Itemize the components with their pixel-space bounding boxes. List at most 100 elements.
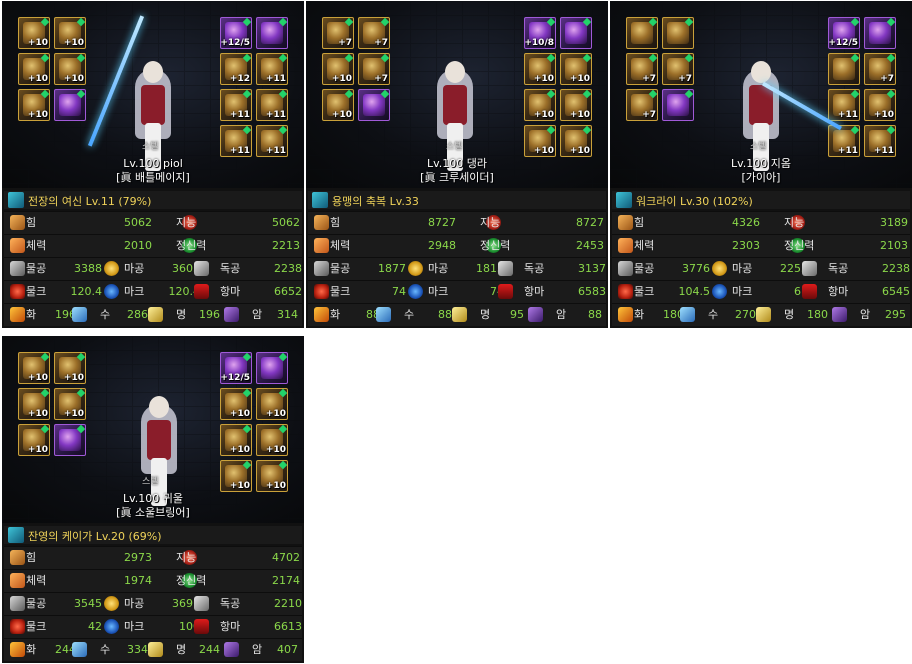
equip-slot-right[interactable]: +10 [864, 89, 896, 121]
stat-value: 2010 [124, 239, 152, 252]
equip-slot-left[interactable]: +10 [18, 388, 50, 420]
equip-slot-right[interactable]: +12/5 [220, 352, 252, 384]
equip-slot-right[interactable]: +12 [220, 53, 252, 85]
equip-slot-right[interactable]: +10 [524, 53, 556, 85]
equip-slot-left[interactable] [662, 89, 694, 121]
equip-slot-right[interactable]: +11 [256, 89, 288, 121]
equip-slot-right[interactable]: +11 [256, 125, 288, 157]
equip-slot-right[interactable] [256, 352, 288, 384]
equip-slot-left[interactable]: +10 [18, 17, 50, 49]
equip-slot-left[interactable]: +7 [358, 53, 390, 85]
stat-row: 물크 120.4 마크 120.4 항마 6652 [4, 280, 302, 303]
equip-slot-right[interactable]: +10 [524, 89, 556, 121]
reinforce-level: +10 [27, 38, 48, 48]
physical-attack-icon [10, 261, 25, 276]
equip-slot-right[interactable]: +12/5 [220, 17, 252, 49]
equip-slot-right[interactable]: +11 [828, 89, 860, 121]
reinforce-level: +10 [533, 74, 554, 84]
character-card[interactable]: +7 +7 +7 +12/5 +7 +11 +10 +11 +11 스텔 Lv.100 지옴 [가이아… [610, 1, 912, 328]
equipment-icon [869, 22, 891, 44]
stat-value: 196 [199, 308, 220, 321]
stat-value: 5062 [124, 216, 152, 229]
stat-label: 물크 [330, 285, 351, 298]
character-sprite[interactable] [125, 61, 181, 171]
dark-element-icon [832, 307, 847, 322]
character-card[interactable]: +7 +7 +10 +7 +10 +10/8 +10 +10 +10 +10 +10 +10 스텔 Lv.… [306, 1, 608, 328]
equip-slot-right[interactable]: +10 [560, 125, 592, 157]
equip-slot-left[interactable]: +7 [626, 53, 658, 85]
equip-slot-right[interactable]: +10 [220, 388, 252, 420]
sprite-head [143, 61, 163, 83]
equip-slot-right[interactable]: +11 [256, 53, 288, 85]
equip-slot-right[interactable] [864, 17, 896, 49]
equip-slot-right[interactable]: +7 [864, 53, 896, 85]
equip-slot-right[interactable]: +10 [560, 53, 592, 85]
equip-slot-right[interactable]: +11 [828, 125, 860, 157]
stat-label: 마크 [428, 285, 449, 298]
equip-slot-left[interactable]: +10 [322, 53, 354, 85]
character-sprite[interactable] [131, 396, 187, 506]
equip-slot-right[interactable] [828, 53, 860, 85]
equip-slot-left[interactable]: +10 [54, 388, 86, 420]
stat-row: 힘 4326 지능 3189 [612, 211, 910, 234]
equip-slot-right[interactable]: +10 [524, 125, 556, 157]
equip-slot-right[interactable]: +11 [220, 89, 252, 121]
equip-slot-left[interactable]: +10 [18, 352, 50, 384]
reinforce-level: +11 [229, 110, 250, 120]
magic-attack-icon [104, 596, 119, 611]
magic-crit-icon [104, 619, 119, 634]
physical-attack-icon [618, 261, 633, 276]
equip-slot-right[interactable] [560, 17, 592, 49]
character-level-name: Lv.100 귀울 [122, 492, 183, 505]
equip-slot-left[interactable]: +10 [54, 352, 86, 384]
sprite-head [445, 61, 465, 83]
equip-slot-right[interactable]: +12/5 [828, 17, 860, 49]
equip-slot-left[interactable] [626, 17, 658, 49]
equip-slot-left[interactable] [662, 17, 694, 49]
buff-skill-icon [8, 192, 24, 208]
physical-crit-icon [10, 619, 25, 634]
equip-slot-right[interactable] [256, 17, 288, 49]
equip-slot-left[interactable]: +7 [662, 53, 694, 85]
equip-slot-left[interactable]: +10 [54, 53, 86, 85]
equip-slot-left[interactable] [54, 89, 86, 121]
equip-slot-left[interactable]: +10 [18, 424, 50, 456]
equip-slot-left[interactable] [358, 89, 390, 121]
equip-slot-left[interactable]: +7 [626, 89, 658, 121]
reinforce-level: +7 [338, 38, 352, 48]
buff-skill-icon [616, 192, 632, 208]
equip-slot-right[interactable]: +10 [256, 424, 288, 456]
equip-slot-right[interactable]: +10/8 [524, 17, 556, 49]
equip-slot-right[interactable]: +10 [220, 424, 252, 456]
character-card[interactable]: +10 +10 +10 +10 +10 +12/5 +10 +10 +10 +10 +10 +10 스텔… [2, 336, 304, 663]
character-card[interactable]: +10 +10 +10 +10 +10 +12/5 +12 +11 +11 +11 +11 +11 스텔… [2, 1, 304, 328]
buff-skill-text: 전장의 여신 Lv.11 (79%) [28, 195, 152, 208]
equip-slot-right[interactable]: +10 [256, 388, 288, 420]
reinforce-level: +10 [569, 146, 590, 156]
stat-value: 314 [277, 308, 298, 321]
equip-slot-right[interactable]: +10 [560, 89, 592, 121]
stat-value: 180 [807, 308, 828, 321]
equip-slot-left[interactable]: +10 [322, 89, 354, 121]
guild-tag: 스텔 [142, 142, 159, 152]
stat-value: 2238 [882, 262, 910, 275]
equip-slot-right[interactable]: +11 [220, 125, 252, 157]
equip-slot-left[interactable]: +10 [18, 89, 50, 121]
stat-label: 정신력 [480, 239, 511, 252]
reinforce-level: +10 [265, 445, 286, 455]
equip-slot-left[interactable]: +10 [54, 17, 86, 49]
equip-slot-left[interactable]: +10 [18, 53, 50, 85]
equip-slot-left[interactable] [54, 424, 86, 456]
equip-slot-right[interactable]: +11 [864, 125, 896, 157]
water-element-icon [376, 307, 391, 322]
stat-row: 물공 3388 마공 3605 독공 2238 [4, 257, 302, 280]
character-sprite[interactable] [427, 61, 483, 171]
character-sprite[interactable] [733, 61, 789, 171]
equip-slot-left[interactable]: +7 [358, 17, 390, 49]
equip-slot-right[interactable]: +10 [256, 460, 288, 492]
equip-slot-left[interactable]: +7 [322, 17, 354, 49]
stat-value: 334 [127, 643, 148, 656]
equip-slot-right[interactable]: +10 [220, 460, 252, 492]
physical-attack-icon [314, 261, 329, 276]
reinforce-level: +7 [374, 38, 388, 48]
